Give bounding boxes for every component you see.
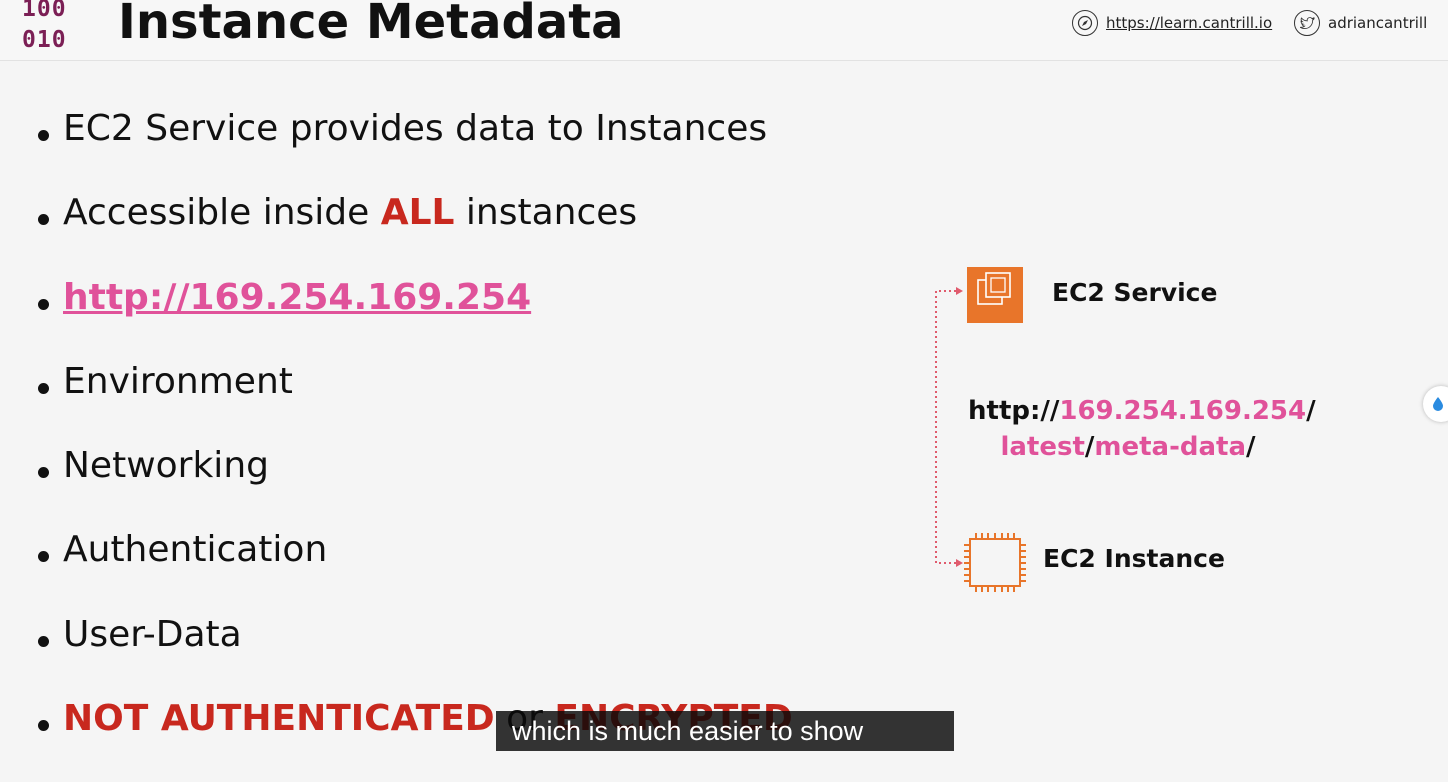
twitter-handle-group[interactable]: adriancantrill [1294, 10, 1427, 36]
metadata-url-line-2: latest/meta-data/ [968, 429, 1288, 465]
ec2-service-label: EC2 Service [1052, 278, 1218, 307]
url-prefix: http:// [968, 396, 1060, 426]
bullet-text: EC2 Service provides data to Instances [63, 108, 768, 149]
twitter-handle[interactable]: adriancantrill [1328, 14, 1427, 32]
url-latest: latest [1000, 432, 1085, 462]
bullet-item: http://169.254.169.254 [38, 277, 793, 361]
website-link-group[interactable]: https://learn.cantrill.io [1072, 10, 1272, 36]
bullet-text: User-Data [63, 613, 242, 655]
bullet-list: EC2 Service provides data to Instances A… [38, 108, 793, 782]
bullet-text: Accessible inside ALL instances [63, 192, 637, 233]
compass-icon [1072, 10, 1098, 36]
url-slash: / [1246, 432, 1256, 462]
dotted-connector [935, 290, 961, 564]
bullet-dot [38, 298, 49, 310]
slide-title: Instance Metadata [118, 0, 624, 50]
arrow-to-instance [956, 559, 963, 567]
logo-line-2: 010 [22, 27, 67, 53]
floating-widget-button[interactable] [1423, 386, 1448, 422]
bullet-dot [38, 214, 49, 226]
ec2-service-icon [967, 267, 1023, 323]
twitter-bird-icon [1294, 10, 1320, 36]
bullet-dot [38, 551, 49, 563]
droplet-icon [1433, 397, 1443, 411]
bullet-text: Networking [63, 445, 269, 487]
bullet-dot [38, 382, 49, 394]
website-link[interactable]: https://learn.cantrill.io [1106, 14, 1272, 32]
bullet-item: Networking [38, 445, 793, 529]
bullet-text: Authentication [63, 529, 328, 571]
metadata-url: http://169.254.169.254/ latest/meta-data… [968, 393, 1316, 465]
bullet-text: Environment [63, 360, 293, 402]
bullet-item: EC2 Service provides data to Instances [38, 108, 793, 192]
url-meta-data: meta-data [1094, 432, 1247, 462]
slide-header: 100 010 Instance Metadata https://learn.… [0, 0, 1448, 61]
emphasis-all: ALL [380, 192, 455, 234]
bullet-item: Authentication [38, 529, 793, 613]
ec2-instance-icon [964, 533, 1026, 592]
subtitle-caption: which is much easier to show [496, 711, 954, 751]
bullet-item: Accessible inside ALL instances [38, 192, 793, 276]
bullet-dot [38, 635, 49, 647]
url-slash: / [1306, 396, 1316, 426]
bullet-dot [38, 130, 49, 141]
bullet-item: User-Data [38, 614, 793, 698]
metadata-url-line-1: http://169.254.169.254/ [968, 393, 1316, 429]
emphasis-not-authenticated: NOT AUTHENTICATED [63, 698, 495, 740]
bullet-dot [38, 720, 49, 732]
bullet-text-prefix: Accessible inside [63, 192, 381, 234]
url-ip: 169.254.169.254 [1059, 396, 1307, 426]
bullet-text-suffix: instances [454, 192, 638, 234]
bullet-item: Environment [38, 361, 793, 445]
url-slash: / [1084, 432, 1095, 462]
bullet-dot [38, 467, 49, 479]
arrow-to-service [956, 287, 963, 295]
ec2-instance-label: EC2 Instance [1043, 544, 1225, 573]
binary-logo: 100 010 [22, 0, 82, 56]
logo-line-1: 100 [22, 0, 67, 22]
metadata-url-link[interactable]: http://169.254.169.254 [63, 277, 531, 318]
